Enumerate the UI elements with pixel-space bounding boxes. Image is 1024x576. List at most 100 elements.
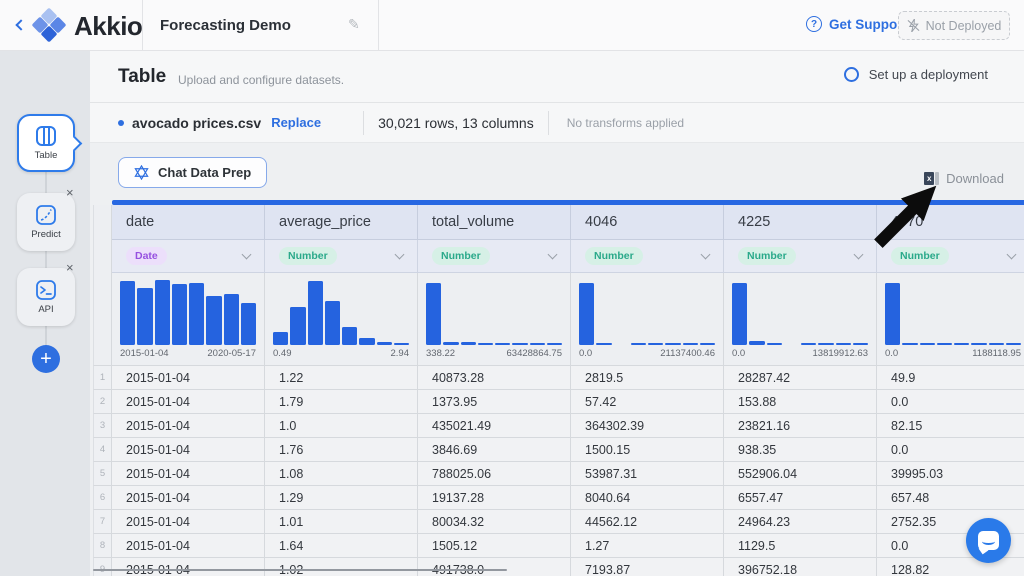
column-type-selector[interactable]: Number bbox=[265, 240, 418, 273]
table-cell[interactable]: 80034.32 bbox=[418, 510, 571, 534]
table-cell[interactable]: 1505.12 bbox=[418, 534, 571, 558]
edit-title-icon[interactable]: ✎ bbox=[348, 16, 360, 33]
table-cell[interactable]: 39995.03 bbox=[877, 462, 1024, 486]
table-cell[interactable]: 40873.28 bbox=[418, 366, 571, 390]
not-deployed-button[interactable]: Not Deployed bbox=[898, 11, 1010, 40]
sidebar-item-api[interactable]: API bbox=[17, 268, 75, 326]
table-cell[interactable]: 128.82 bbox=[877, 558, 1024, 576]
table-cell[interactable]: 24964.23 bbox=[724, 510, 877, 534]
table-cell[interactable]: 0.0 bbox=[877, 390, 1024, 414]
type-badge[interactable]: Number bbox=[738, 247, 796, 265]
table-cell[interactable]: 3846.69 bbox=[418, 438, 571, 462]
histogram-range-labels: 0.01188118.95 bbox=[885, 348, 1021, 359]
table-cell[interactable]: 396752.18 bbox=[724, 558, 877, 576]
chat-data-prep-button[interactable]: Chat Data Prep bbox=[118, 157, 267, 188]
table-cell[interactable]: 44562.12 bbox=[571, 510, 724, 534]
table-cell[interactable]: 2015-01-04 bbox=[112, 510, 265, 534]
column-header-4046[interactable]: 4046 bbox=[571, 205, 724, 240]
histogram-date: 2015-01-042020-05-17 bbox=[112, 273, 265, 366]
table-cell[interactable]: 1129.5 bbox=[724, 534, 877, 558]
table-cell[interactable]: 1.01 bbox=[265, 510, 418, 534]
close-api-button[interactable]: × bbox=[66, 261, 74, 274]
table-cell[interactable]: 2819.5 bbox=[571, 366, 724, 390]
type-badge[interactable]: Number bbox=[891, 247, 949, 265]
table-cell[interactable]: 1.02 bbox=[265, 558, 418, 576]
table-cell[interactable]: 1373.95 bbox=[418, 390, 571, 414]
type-badge[interactable]: Date bbox=[126, 247, 167, 265]
table-cell[interactable]: 2015-01-04 bbox=[112, 534, 265, 558]
table-cell[interactable]: 1.22 bbox=[265, 366, 418, 390]
table-cell[interactable]: 2015-01-04 bbox=[112, 414, 265, 438]
table-cell[interactable]: 1.29 bbox=[265, 486, 418, 510]
column-header-total_volume[interactable]: total_volume bbox=[418, 205, 571, 240]
sidebar-item-predict[interactable]: Predict bbox=[17, 193, 75, 251]
page-title: Table bbox=[118, 66, 166, 88]
column-type-selector[interactable]: Number bbox=[571, 240, 724, 273]
type-badge[interactable]: Number bbox=[585, 247, 643, 265]
table-cell[interactable]: 19137.28 bbox=[418, 486, 571, 510]
table-row[interactable]: 2015-01-041.08788025.0653987.31552906.04… bbox=[112, 462, 1024, 486]
table-row[interactable]: 2015-01-041.2919137.288040.646557.47657.… bbox=[112, 486, 1024, 510]
table-cell[interactable]: 8040.64 bbox=[571, 486, 724, 510]
type-badge[interactable]: Number bbox=[279, 247, 337, 265]
histogram-bar bbox=[377, 342, 392, 345]
table-cell[interactable]: 1.27 bbox=[571, 534, 724, 558]
chat-widget-button[interactable] bbox=[966, 518, 1011, 563]
table-cell[interactable]: 2015-01-04 bbox=[112, 438, 265, 462]
bottom-scroll-line[interactable] bbox=[93, 569, 507, 571]
table-cell[interactable]: 28287.42 bbox=[724, 366, 877, 390]
table-cell[interactable]: 788025.06 bbox=[418, 462, 571, 486]
table-cell[interactable]: 657.48 bbox=[877, 486, 1024, 510]
setup-deployment-button[interactable]: Set up a deployment bbox=[844, 67, 988, 82]
column-type-selector[interactable]: Date bbox=[112, 240, 265, 273]
table-cell[interactable]: 57.42 bbox=[571, 390, 724, 414]
table-cell[interactable]: 53987.31 bbox=[571, 462, 724, 486]
table-row[interactable]: 2015-01-041.0180034.3244562.1224964.2327… bbox=[112, 510, 1024, 534]
table-row[interactable]: 2015-01-041.763846.691500.15938.350.0 bbox=[112, 438, 1024, 462]
table-cell[interactable]: 7193.87 bbox=[571, 558, 724, 576]
table-row[interactable]: 2015-01-041.641505.121.271129.50.0 bbox=[112, 534, 1024, 558]
table-row[interactable]: 2015-01-041.791373.9557.42153.880.0 bbox=[112, 390, 1024, 414]
chevron-down-icon bbox=[395, 250, 405, 260]
table-cell[interactable]: 0.0 bbox=[877, 438, 1024, 462]
column-header-date[interactable]: date bbox=[112, 205, 265, 240]
table-cell[interactable]: 364302.39 bbox=[571, 414, 724, 438]
table-cell[interactable]: 552906.04 bbox=[724, 462, 877, 486]
table-cell[interactable]: 49.9 bbox=[877, 366, 1024, 390]
replace-link[interactable]: Replace bbox=[271, 115, 321, 130]
add-step-button[interactable]: + bbox=[32, 345, 60, 373]
type-badge[interactable]: Number bbox=[432, 247, 490, 265]
table-cell[interactable]: 1.76 bbox=[265, 438, 418, 462]
table-cell[interactable]: 2015-01-04 bbox=[112, 486, 265, 510]
get-support-link[interactable]: ? Get Support bbox=[806, 16, 907, 32]
column-type-selector[interactable]: Number bbox=[418, 240, 571, 273]
table-cell[interactable]: 2015-01-04 bbox=[112, 462, 265, 486]
table-cell[interactable]: 491738.0 bbox=[418, 558, 571, 576]
akkio-logo[interactable]: Akkio bbox=[32, 6, 142, 46]
column-type-selector[interactable]: Number bbox=[724, 240, 877, 273]
table-cell[interactable]: 23821.16 bbox=[724, 414, 877, 438]
table-cell[interactable]: 6557.47 bbox=[724, 486, 877, 510]
table-cell[interactable]: 1.0 bbox=[265, 414, 418, 438]
table-cell[interactable]: 153.88 bbox=[724, 390, 877, 414]
table-cell[interactable]: 938.35 bbox=[724, 438, 877, 462]
table-cell[interactable]: 1.64 bbox=[265, 534, 418, 558]
table-cell[interactable]: 1.08 bbox=[265, 462, 418, 486]
column-header-average_price[interactable]: average_price bbox=[265, 205, 418, 240]
transforms-status: No transforms applied bbox=[567, 116, 684, 130]
back-button[interactable] bbox=[10, 14, 32, 36]
table-cell[interactable]: 1500.15 bbox=[571, 438, 724, 462]
table-cell[interactable]: 82.15 bbox=[877, 414, 1024, 438]
table-cell[interactable]: 1.79 bbox=[265, 390, 418, 414]
table-row[interactable]: 2015-01-041.2240873.282819.528287.4249.9 bbox=[112, 366, 1024, 390]
table-row[interactable]: 2015-01-041.0435021.49364302.3923821.168… bbox=[112, 414, 1024, 438]
table-cell[interactable]: 2015-01-04 bbox=[112, 390, 265, 414]
table-cell[interactable]: 2015-01-04 bbox=[112, 558, 265, 576]
table-cell[interactable]: 435021.49 bbox=[418, 414, 571, 438]
column-header-4225[interactable]: 4225 bbox=[724, 205, 877, 240]
sidebar-item-table[interactable]: Table bbox=[17, 114, 75, 172]
topbar-divider bbox=[142, 0, 143, 51]
table-row[interactable]: 2015-01-041.02491738.07193.87396752.1812… bbox=[112, 558, 1024, 576]
close-predict-button[interactable]: × bbox=[66, 186, 74, 199]
table-cell[interactable]: 2015-01-04 bbox=[112, 366, 265, 390]
